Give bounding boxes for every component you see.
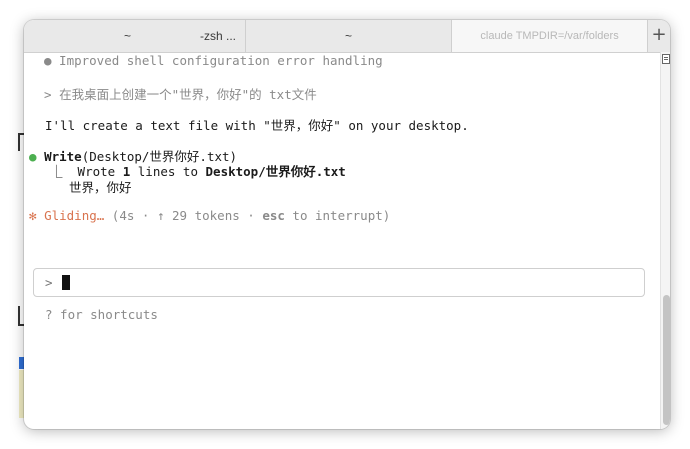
spinner-icon: ✻ — [29, 208, 37, 223]
status-line: ✻ Gliding… (4s · ↑ 29 tokens · esc to in… — [29, 208, 390, 223]
result-content: 世界，你好 — [69, 180, 132, 195]
status-detail: (4s · ↑ 29 tokens · — [104, 208, 263, 223]
tab-zsh[interactable]: ~ -zsh ... — [24, 20, 246, 52]
status-word: Gliding… — [44, 208, 105, 223]
plus-icon: + — [651, 24, 667, 45]
tab-home[interactable]: ~ — [246, 20, 453, 52]
tab-claude-title: claude TMPDIR=/var/folders — [480, 30, 619, 42]
scroll-menu-icon[interactable] — [662, 54, 670, 64]
input-prompt-marker: > — [45, 275, 53, 290]
prompt-marker: > — [44, 87, 52, 102]
text-cursor — [62, 275, 70, 290]
status-key: esc — [262, 208, 285, 223]
tab-bar: ~ -zsh ... ~ claude TMPDIR=/var/folders … — [24, 20, 670, 53]
user-prompt-line: > 在我桌面上创建一个"世界，你好"的 txt文件 — [44, 84, 317, 103]
terminal-window: ~ -zsh ... ~ claude TMPDIR=/var/folders … — [24, 20, 670, 429]
assistant-reply: I'll create a text file with "世界，你好" on … — [45, 118, 469, 133]
result-mid: lines to — [130, 164, 206, 179]
result-path: Desktop/世界你好.txt — [205, 164, 346, 179]
info-line: ● Improved shell configuration error han… — [44, 53, 383, 68]
tab-home-title: ~ — [344, 29, 352, 43]
prompt-input[interactable]: > — [33, 268, 645, 297]
tab-claude[interactable]: claude TMPDIR=/var/folders — [452, 20, 649, 52]
terminal-output[interactable]: ● Improved shell configuration error han… — [24, 52, 660, 429]
user-message: 在我桌面上创建一个"世界，你好"的 txt文件 — [59, 87, 317, 102]
tab-home-label: ~ — [124, 29, 132, 43]
new-tab-button[interactable]: + — [648, 20, 670, 52]
tab-shell-label: -zsh ... — [200, 29, 237, 43]
shortcuts-hint: ? for shortcuts — [45, 307, 158, 322]
scrollbar[interactable] — [660, 52, 670, 429]
status-detail-end: to interrupt) — [284, 208, 391, 223]
scrollbar-thumb[interactable] — [663, 295, 670, 425]
status-dot-icon: ● — [29, 149, 37, 164]
